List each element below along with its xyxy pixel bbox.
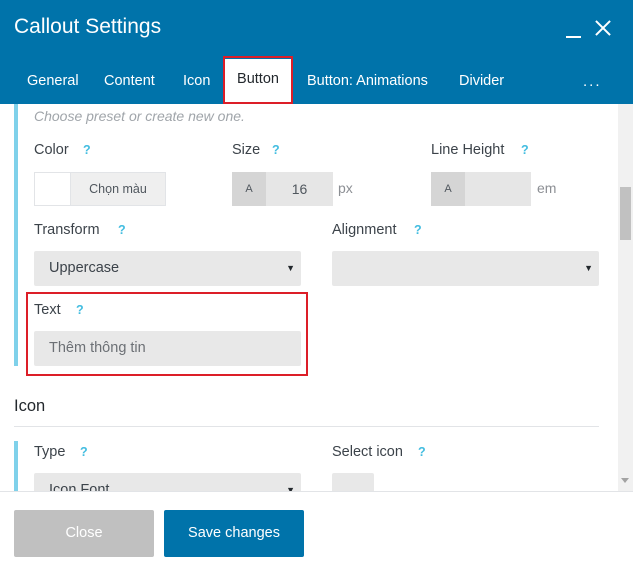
color-picker-button[interactable]: Chọn màu (34, 172, 166, 206)
line-height-field: A (431, 172, 531, 206)
close-icon[interactable] (593, 18, 613, 38)
group-accent-bar (14, 441, 18, 491)
scrollbar-thumb[interactable] (620, 187, 631, 240)
alignment-label: Alignment (332, 222, 397, 238)
save-changes-button[interactable]: Save changes (164, 510, 304, 557)
line-height-input[interactable] (465, 172, 531, 206)
icon-section-title: Icon (14, 397, 46, 415)
tab-general[interactable]: General (27, 59, 79, 104)
help-icon[interactable]: ? (418, 445, 426, 459)
transform-select[interactable]: Uppercase ▼ (34, 251, 301, 286)
size-input[interactable]: 16 (266, 172, 333, 206)
tab-content[interactable]: Content (104, 59, 155, 104)
help-icon[interactable]: ? (80, 445, 88, 459)
tab-icon[interactable]: Icon (183, 59, 210, 104)
transform-label: Transform (34, 222, 100, 238)
settings-content: Choose preset or create new one. Color ?… (0, 104, 618, 491)
minimize-icon[interactable] (565, 20, 583, 40)
tab-button-animations[interactable]: Button: Animations (307, 59, 428, 104)
type-label: Type (34, 444, 66, 460)
active-tab-highlight (223, 56, 293, 104)
help-icon[interactable]: ? (414, 223, 422, 237)
dropdown-arrow-icon: ▼ (286, 485, 295, 491)
dialog-header: Callout Settings General Content Icon Bu… (0, 0, 633, 104)
preset-hint: Choose preset or create new one. (34, 108, 245, 124)
dropdown-arrow-icon: ▼ (584, 263, 593, 273)
size-label: Size (232, 142, 261, 158)
section-divider (14, 426, 599, 427)
help-icon[interactable]: ? (83, 143, 91, 157)
color-picker-label: Chọn màu (89, 182, 147, 196)
scrollbar[interactable] (618, 104, 633, 491)
line-height-label: Line Height (431, 142, 505, 158)
size-field: A 16 (232, 172, 333, 206)
icon-type-select[interactable]: Icon Font ▼ (34, 473, 301, 491)
color-swatch (35, 173, 71, 205)
select-icon-button[interactable] (332, 473, 374, 491)
scroll-down-arrow-icon[interactable] (621, 478, 629, 483)
more-tabs-button[interactable]: ... (583, 59, 602, 104)
select-icon-label: Select icon (332, 444, 403, 460)
line-height-unit: em (537, 180, 557, 196)
color-label: Color (34, 142, 69, 158)
tab-divider[interactable]: Divider (459, 59, 504, 104)
help-icon[interactable]: ? (118, 223, 126, 237)
tab-bar: General Content Icon Button Button: Anim… (0, 59, 633, 104)
line-height-unit-toggle[interactable]: A (431, 172, 465, 206)
dropdown-arrow-icon: ▼ (286, 263, 295, 273)
transform-value: Uppercase (49, 260, 120, 276)
help-icon[interactable]: ? (521, 143, 529, 157)
group-accent-bar (14, 104, 18, 366)
icon-type-value: Icon Font (49, 482, 110, 491)
text-field-highlight (26, 292, 308, 376)
dialog-footer: Close Save changes (0, 491, 633, 565)
size-unit: px (338, 180, 353, 196)
callout-settings-dialog: Callout Settings General Content Icon Bu… (0, 0, 633, 565)
close-button[interactable]: Close (14, 510, 154, 557)
size-unit-toggle[interactable]: A (232, 172, 266, 206)
dialog-title: Callout Settings (14, 15, 162, 38)
alignment-select[interactable]: ▼ (332, 251, 599, 286)
help-icon[interactable]: ? (272, 143, 280, 157)
